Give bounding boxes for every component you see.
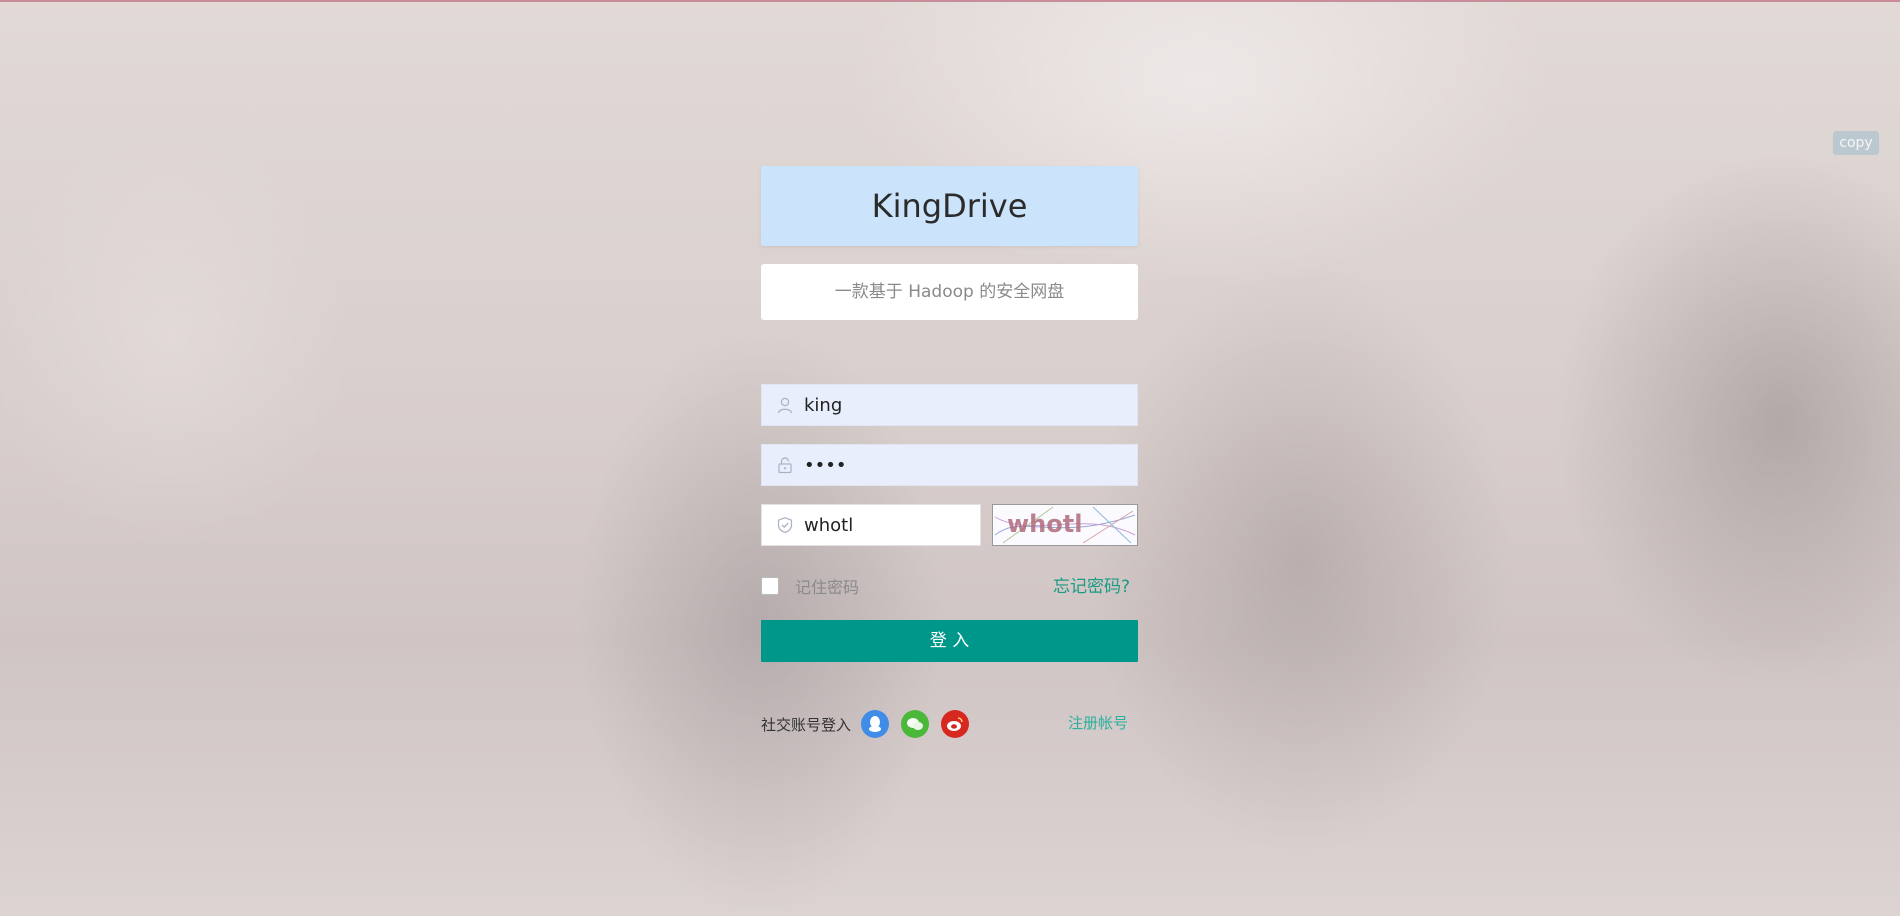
qq-icon[interactable] <box>861 710 890 738</box>
captcha-image[interactable]: whotl <box>992 504 1138 546</box>
forgot-password-link[interactable]: 忘记密码? <box>1053 572 1130 597</box>
login-panel: KingDrive 一款基于 Hadoop 的安全网盘 king •••• wh… <box>761 166 1138 738</box>
weibo-icon[interactable] <box>941 710 970 738</box>
username-field[interactable]: king <box>761 384 1138 426</box>
captcha-field[interactable]: whotl <box>761 504 981 546</box>
user-icon <box>777 397 793 414</box>
lock-icon <box>778 457 792 474</box>
top-border-line <box>0 0 1900 2</box>
password-field[interactable]: •••• <box>761 444 1138 486</box>
register-link[interactable]: 注册帐号 <box>1068 712 1128 733</box>
remember-label: 记住密码 <box>795 578 860 597</box>
shield-check-icon <box>777 517 793 534</box>
wechat-icon[interactable] <box>901 710 930 738</box>
social-login: 社交账号登入 <box>761 710 981 738</box>
password-value: •••• <box>804 454 847 476</box>
captcha-input-value: whotl <box>804 514 854 536</box>
remember-checkbox[interactable] <box>761 577 779 595</box>
social-login-label: 社交账号登入 <box>761 715 852 734</box>
remember-password[interactable]: 记住密码 <box>761 574 859 598</box>
brand-subtitle: 一款基于 Hadoop 的安全网盘 <box>761 264 1138 320</box>
login-button[interactable]: 登 入 <box>761 620 1138 662</box>
captcha-text: whotl <box>1007 510 1082 538</box>
brand-title: KingDrive <box>761 166 1138 246</box>
username-value: king <box>804 394 843 416</box>
copy-tag[interactable]: copy <box>1833 131 1879 155</box>
captcha-graphic: whotl <box>993 505 1137 545</box>
